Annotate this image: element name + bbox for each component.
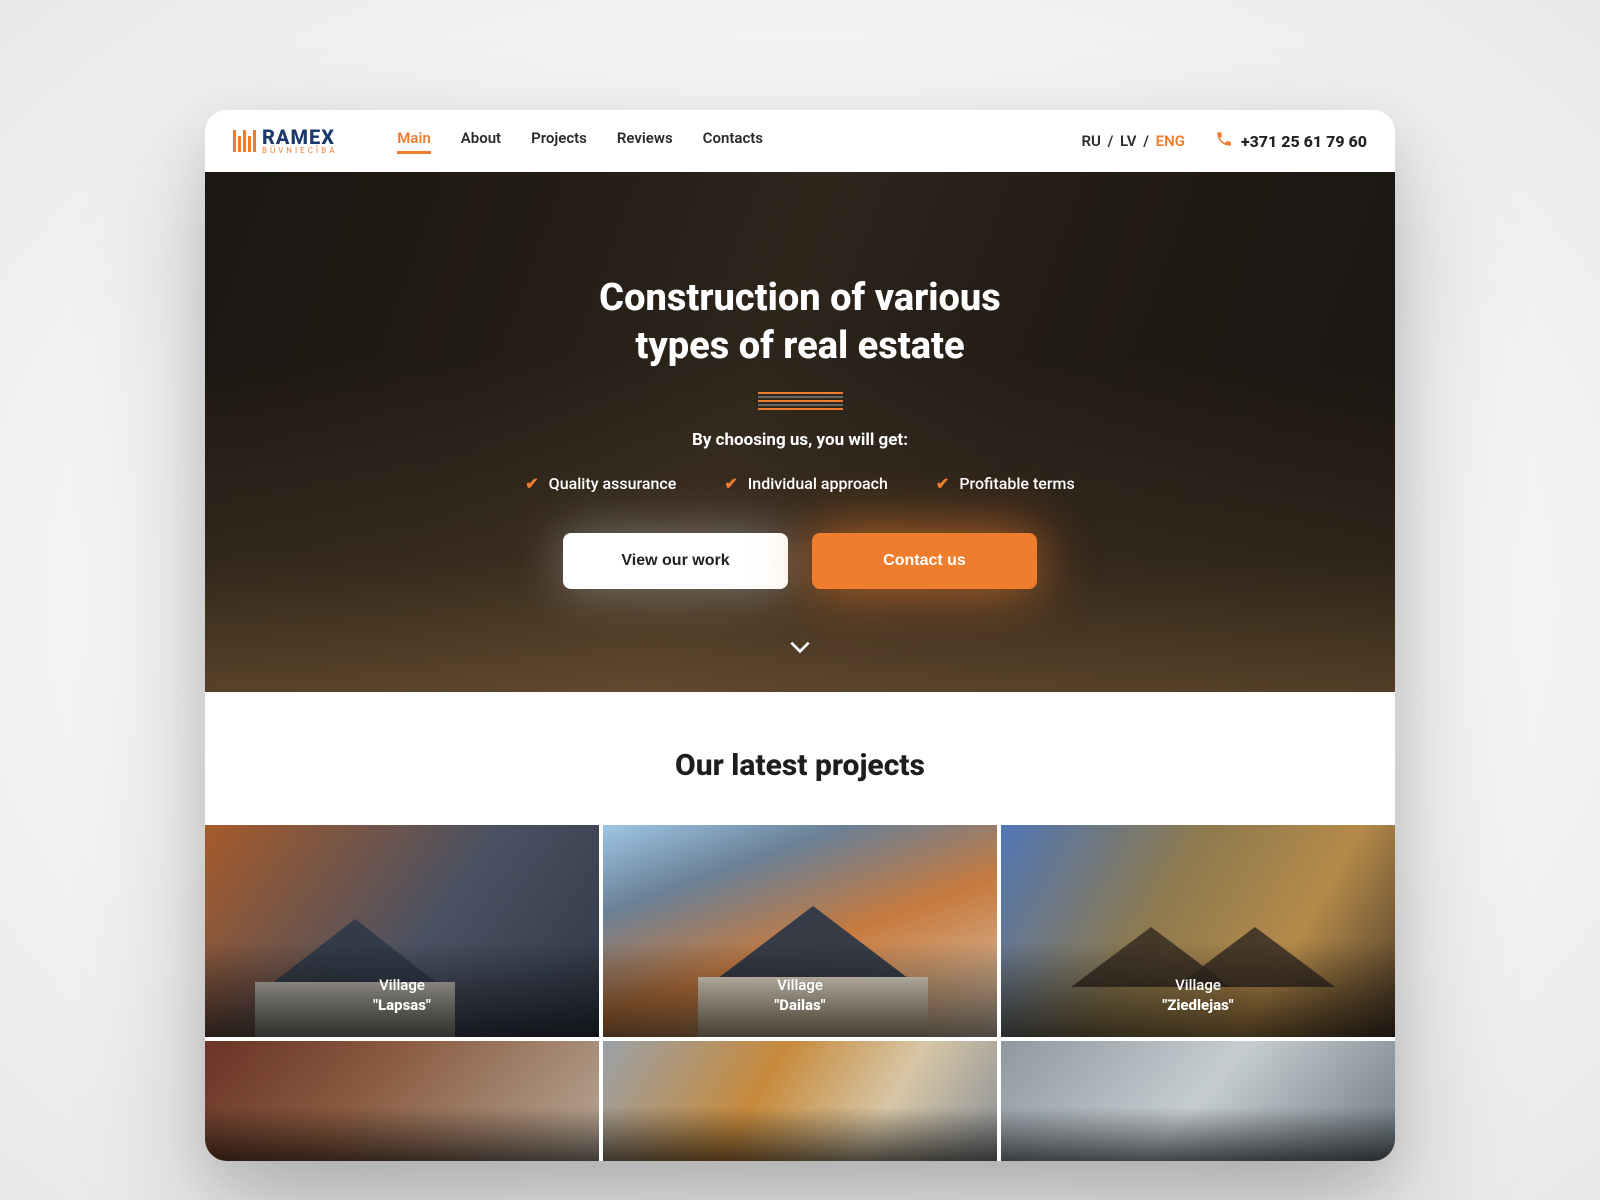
nav-projects[interactable]: Projects [531,129,587,154]
project-prefix: Village [379,976,425,994]
nav-main[interactable]: Main [397,129,430,154]
contact-us-button[interactable]: Contact us [812,533,1037,589]
phone-number: +371 25 61 79 60 [1241,132,1367,151]
logo-name: RAMEX [262,127,337,147]
project-card-ziedlejas[interactable]: Village "Ziedlejas" [1001,825,1395,1037]
hero-buttons: View our work Contact us [563,533,1037,589]
project-card[interactable] [1001,1041,1395,1161]
topbar: RAMEX BŪVNIECĪBA Main About Projects Rev… [205,110,1395,172]
project-card-label: Village "Lapsas" [373,975,431,1016]
benefit-item: ✔ Profitable terms [936,474,1075,493]
phone-block[interactable]: +371 25 61 79 60 [1215,130,1367,153]
projects-grid: Village "Lapsas" Village "Dailas" Villag… [205,825,1395,1161]
project-name: "Lapsas" [373,996,431,1014]
nav-contacts[interactable]: Contacts [703,129,763,154]
check-icon: ✔ [724,474,737,493]
benefit-item: ✔ Quality assurance [525,474,676,493]
projects-section: Our latest projects Village "Lapsas" Vil… [205,692,1395,1161]
chevron-down-icon [787,634,813,660]
project-card-lapsas[interactable]: Village "Lapsas" [205,825,599,1037]
logo-bars-icon [233,130,256,152]
check-icon: ✔ [936,474,949,493]
hero-section: Construction of various types of real es… [205,172,1395,692]
hero-title: Construction of various types of real es… [599,275,1001,370]
divider-icon [758,392,843,410]
logo[interactable]: RAMEX BŪVNIECĪBA [233,127,337,155]
benefit-item: ✔ Individual approach [724,474,888,493]
phone-icon [1215,130,1233,153]
language-switcher: RU / LV / ENG [1081,132,1184,150]
hero-title-line1: Construction of various [599,276,1001,320]
nav-about[interactable]: About [461,129,501,154]
check-icon: ✔ [525,474,538,493]
scroll-down-button[interactable] [787,634,813,664]
hero-title-line2: types of real estate [635,324,964,368]
page-window: RAMEX BŪVNIECĪBA Main About Projects Rev… [205,110,1395,1161]
benefits-row: ✔ Quality assurance ✔ Individual approac… [525,474,1074,493]
project-prefix: Village [777,976,823,994]
project-name: "Ziedlejas" [1162,996,1233,1014]
project-card-dailas[interactable]: Village "Dailas" [603,825,997,1037]
lang-separator: / [1104,132,1117,150]
benefit-label: Quality assurance [549,474,677,493]
lang-lv[interactable]: LV [1120,132,1136,150]
lang-separator: / [1139,132,1152,150]
main-nav: Main About Projects Reviews Contacts [397,129,763,154]
lang-ru[interactable]: RU [1081,132,1100,150]
projects-heading: Our latest projects [205,748,1395,783]
project-prefix: Village [1175,976,1221,994]
nav-reviews[interactable]: Reviews [617,129,673,154]
project-card[interactable] [603,1041,997,1161]
project-name: "Dailas" [774,996,825,1014]
view-work-button[interactable]: View our work [563,533,788,589]
lang-eng[interactable]: ENG [1156,132,1185,150]
project-card-label: Village "Dailas" [774,975,825,1016]
project-card[interactable] [205,1041,599,1161]
hero-subtitle: By choosing us, you will get: [692,430,908,450]
project-card-label: Village "Ziedlejas" [1162,975,1233,1016]
benefit-label: Individual approach [748,474,888,493]
benefit-label: Profitable terms [959,474,1074,493]
logo-text: RAMEX BŪVNIECĪBA [262,127,337,155]
logo-tagline: BŪVNIECĪBA [262,147,337,155]
